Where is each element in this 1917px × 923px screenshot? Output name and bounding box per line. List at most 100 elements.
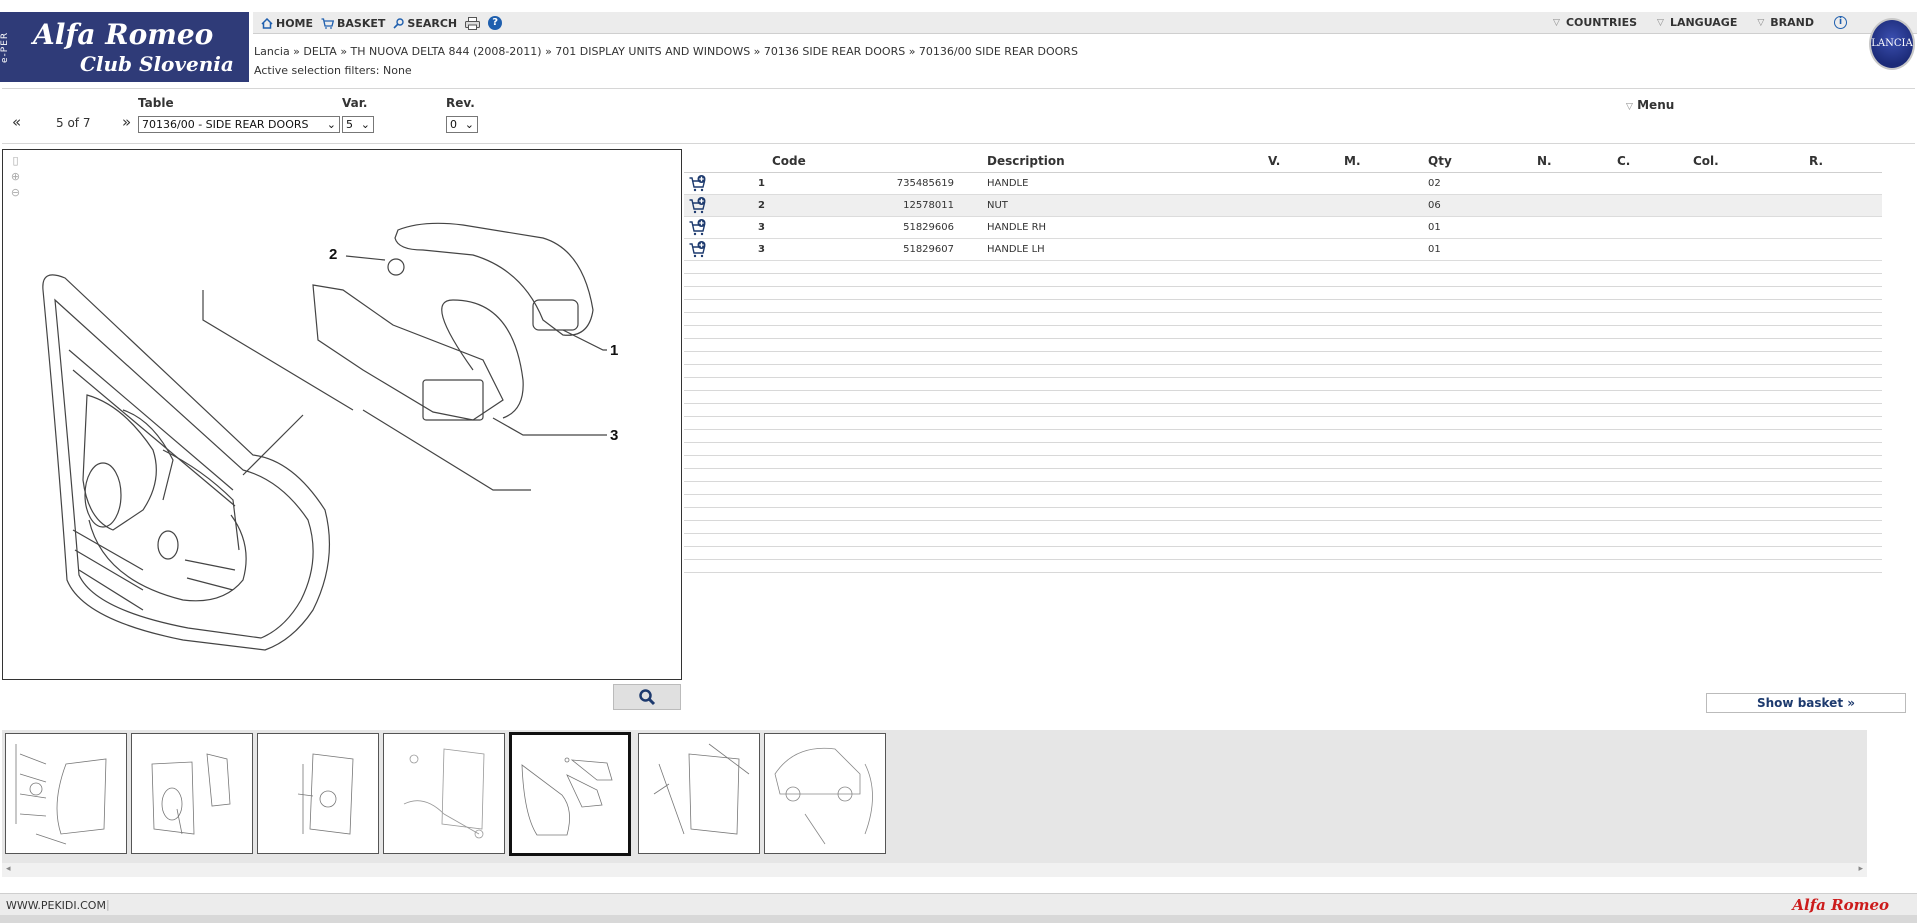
row-description: HANDLE LH (987, 244, 1045, 255)
table-row[interactable]: 3 51829607 HANDLE LH 01 (684, 239, 1882, 261)
empty-row (684, 404, 1882, 417)
add-to-basket-icon[interactable] (689, 219, 707, 236)
language-menu[interactable]: ▽ LANGUAGE (1657, 16, 1737, 29)
menu-toggle[interactable]: ▽ Menu (1626, 98, 1674, 112)
exploded-view-drawing[interactable]: ▯ ⊕ ⊖ 2 1 3 (2, 149, 682, 680)
callout-2[interactable]: 2 (329, 246, 337, 263)
basket-link[interactable]: BASKET (321, 17, 385, 30)
empty-row (684, 534, 1882, 547)
row-qty: 06 (1428, 200, 1441, 211)
basket-label: BASKET (337, 16, 386, 30)
empty-row (684, 547, 1882, 560)
chevron-down-icon: ⌄ (464, 118, 474, 131)
row-description: NUT (987, 200, 1008, 211)
home-link[interactable]: HOME (261, 17, 313, 30)
col-description: Description (987, 154, 1065, 168)
row-qty: 01 (1428, 244, 1441, 255)
col-code: Code (772, 154, 806, 168)
add-to-basket-icon[interactable] (689, 241, 707, 258)
empty-row (684, 287, 1882, 300)
eper-strip: e-PER (0, 12, 15, 82)
add-to-basket-icon[interactable] (689, 175, 707, 192)
empty-row (684, 560, 1882, 573)
thumbnail-table-7[interactable] (764, 733, 886, 854)
table-position: 5 of 7 (56, 116, 91, 130)
thumbnail-drawing (521, 757, 613, 836)
countries-menu[interactable]: ▽ COUNTRIES (1553, 16, 1637, 29)
thumbnail-drawing (403, 748, 485, 839)
thumbnail-scrollbar[interactable]: ◂ ▸ (2, 863, 1867, 877)
thumbnail-table-6[interactable] (638, 733, 760, 854)
search-link[interactable]: SEARCH (393, 17, 457, 30)
scroll-right-icon[interactable]: ▸ (1858, 864, 1863, 874)
table-select[interactable]: 70136/00 - SIDE REAR DOORS ⌄ (138, 116, 340, 133)
show-basket-button[interactable]: Show basket » (1706, 693, 1906, 713)
rev-label: Rev. (446, 96, 475, 110)
row-ref: 1 (758, 178, 765, 189)
parts-table-header: Code Description V. M. Qty N. C. Col. R. (684, 151, 1882, 173)
prev-table-button[interactable]: « (12, 113, 21, 131)
row-qty: 02 (1428, 178, 1441, 189)
breadcrumb[interactable]: Lancia » DELTA » TH NUOVA DELTA 844 (200… (254, 45, 1078, 58)
row-ref: 2 (758, 200, 765, 211)
col-r: R. (1809, 154, 1824, 168)
lancia-logo: LANCIA (1869, 18, 1915, 70)
row-code: 51829606 (903, 222, 954, 233)
thumbnail-table-2[interactable] (131, 733, 253, 854)
row-code: 51829607 (903, 244, 954, 255)
callout-3[interactable]: 3 (610, 427, 618, 444)
basket-icon (321, 17, 335, 29)
thumbnail-table-5-selected[interactable] (509, 732, 631, 856)
rev-select[interactable]: 0 ⌄ (446, 116, 478, 133)
language-label: LANGUAGE (1669, 16, 1738, 29)
var-select[interactable]: 5 ⌄ (342, 116, 374, 133)
table-row[interactable]: 2 12578011 NUT 06 (684, 195, 1882, 217)
parts-table: Code Description V. M. Qty N. C. Col. R.… (684, 151, 1882, 573)
row-ref: 3 (758, 222, 765, 233)
col-n: N. (1537, 154, 1552, 168)
chevron-down-icon: ▽ (1626, 102, 1633, 112)
footer-divider: | (106, 898, 110, 911)
zoom-drawing-button[interactable] (613, 684, 681, 710)
col-m: M. (1344, 154, 1361, 168)
print-icon[interactable] (465, 16, 481, 30)
row-description: HANDLE RH (987, 222, 1047, 233)
door-diagram: 2 1 3 (42, 222, 618, 651)
brand-label: BRAND (1770, 16, 1814, 29)
thumbnail-drawing (774, 747, 873, 845)
brand-menu[interactable]: ▽ BRAND (1757, 16, 1814, 29)
footer: WWW.PEKIDI.COM | Alfa Romeo (0, 893, 1917, 915)
home-icon (261, 17, 273, 29)
callout-1[interactable]: 1 (610, 342, 618, 359)
help-icon[interactable]: ? (488, 16, 503, 30)
table-row[interactable]: 3 51829606 HANDLE RH 01 (684, 217, 1882, 239)
search-icon (393, 17, 405, 29)
empty-row (684, 365, 1882, 378)
chevron-down-icon: ▽ (1757, 17, 1765, 28)
var-select-value: 5 (346, 118, 353, 131)
next-table-button[interactable]: » (122, 113, 131, 131)
footer-brand-logo: Alfa Romeo (1792, 896, 1889, 914)
empty-row (684, 274, 1882, 287)
site-link[interactable]: WWW.PEKIDI.COM (6, 899, 106, 912)
table-label: Table (138, 96, 174, 110)
rev-select-value: 0 (450, 118, 457, 131)
empty-row (684, 352, 1882, 365)
thumbnail-table-3[interactable] (257, 733, 379, 854)
scroll-left-icon[interactable]: ◂ (6, 864, 11, 874)
empty-row (684, 313, 1882, 326)
thumbnail-table-4[interactable] (383, 733, 505, 854)
thumbnail-table-1[interactable] (5, 733, 127, 854)
thumbnail-drawing (653, 743, 750, 835)
empty-row (684, 443, 1882, 456)
chevron-down-icon: ⌄ (326, 118, 336, 131)
col-c: C. (1617, 154, 1631, 168)
info-icon[interactable]: i (1834, 16, 1847, 29)
row-code: 12578011 (903, 200, 954, 211)
empty-rows (684, 261, 1882, 573)
add-to-basket-icon[interactable] (689, 197, 707, 214)
table-row[interactable]: 1 735485619 HANDLE 02 (684, 173, 1882, 195)
empty-row (684, 456, 1882, 469)
empty-row (684, 495, 1882, 508)
club-logo[interactable]: Alfa Romeo Club Slovenia (15, 12, 249, 82)
